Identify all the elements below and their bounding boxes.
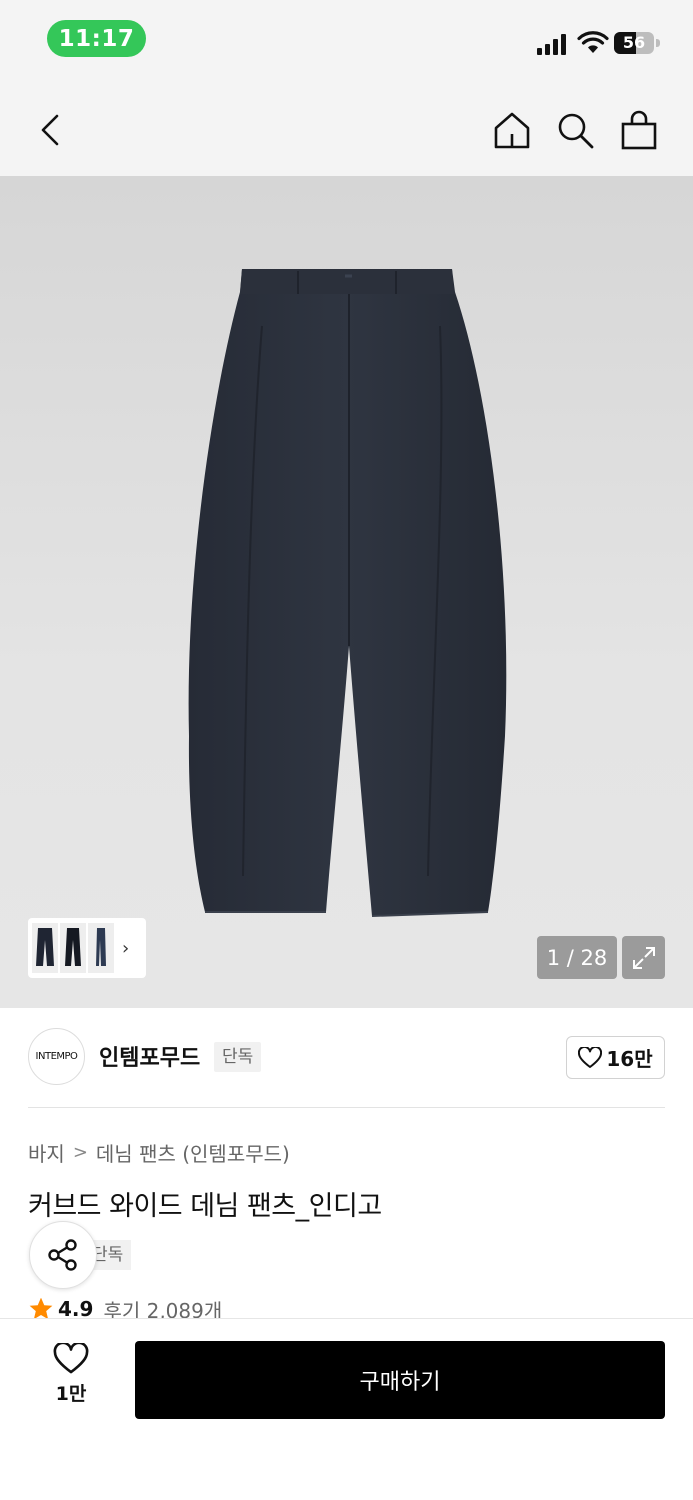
battery-indicator: 56	[614, 32, 660, 56]
rating-row[interactable]: 4.9 후기 2,089개	[28, 1298, 222, 1320]
brand-like-button[interactable]: 16만	[566, 1036, 665, 1079]
expand-icon	[632, 946, 655, 969]
brand-logo[interactable]: INTEMPO	[28, 1028, 85, 1085]
thumbnail-image	[96, 928, 106, 966]
review-count[interactable]: 후기 2,089개	[103, 1298, 222, 1321]
heart-icon	[578, 1046, 603, 1068]
wifi-icon	[577, 31, 609, 53]
status-time: 11:17	[47, 20, 146, 57]
chevron-right-icon: >	[72, 1142, 88, 1163]
exclusive-badge: 단독	[214, 1042, 262, 1072]
wishlist-count: 1만	[55, 1383, 87, 1405]
back-button[interactable]	[28, 108, 72, 152]
brand-name[interactable]: 인템포무드	[99, 1040, 200, 1072]
status-bar: 11:17 56	[0, 0, 693, 80]
battery-percent: 56	[622, 33, 646, 52]
breadcrumb-item-subcategory[interactable]: 데님 팬츠 (인템포무드)	[96, 1138, 290, 1167]
brand-like-count: 16만	[606, 1047, 653, 1071]
divider	[28, 1107, 665, 1108]
product-image	[188, 269, 507, 917]
cart-button[interactable]	[617, 108, 661, 152]
search-button[interactable]	[553, 108, 597, 152]
star-icon	[29, 1298, 53, 1320]
breadcrumb-item-category[interactable]: 바지	[28, 1138, 65, 1167]
home-icon	[494, 112, 530, 149]
rating-score: 4.9	[58, 1298, 94, 1320]
wishlist-button[interactable]: 1만	[40, 1343, 102, 1413]
image-counter: 1 / 28	[537, 936, 617, 979]
thumbnail-2[interactable]	[60, 923, 86, 973]
product-title: 커브드 와이드 데님 팬츠_인디고	[28, 1191, 382, 1222]
thumbnail-image	[36, 928, 54, 966]
search-icon	[558, 113, 594, 149]
cellular-signal-icon	[537, 34, 566, 55]
thumbnail-image	[65, 928, 81, 966]
thumbnail-strip[interactable]: ›	[28, 918, 146, 978]
buy-button[interactable]: 구매하기	[135, 1341, 665, 1419]
heart-icon	[53, 1343, 89, 1374]
top-nav-bar	[0, 80, 693, 176]
product-image-gallery[interactable]: › 1 / 28	[0, 176, 693, 1008]
breadcrumb: 바지 > 데님 팬츠 (인템포무드)	[28, 1138, 290, 1167]
share-icon	[48, 1239, 77, 1271]
shopping-bag-icon	[621, 110, 657, 150]
bottom-action-bar: 1만 구매하기	[0, 1318, 693, 1500]
chevron-left-icon	[41, 114, 59, 146]
chevron-right-icon[interactable]: ›	[122, 938, 129, 959]
fullscreen-button[interactable]	[622, 936, 665, 979]
home-button[interactable]	[490, 108, 534, 152]
share-button[interactable]	[29, 1221, 97, 1289]
thumbnail-3[interactable]	[88, 923, 114, 973]
thumbnail-1[interactable]	[32, 923, 58, 973]
